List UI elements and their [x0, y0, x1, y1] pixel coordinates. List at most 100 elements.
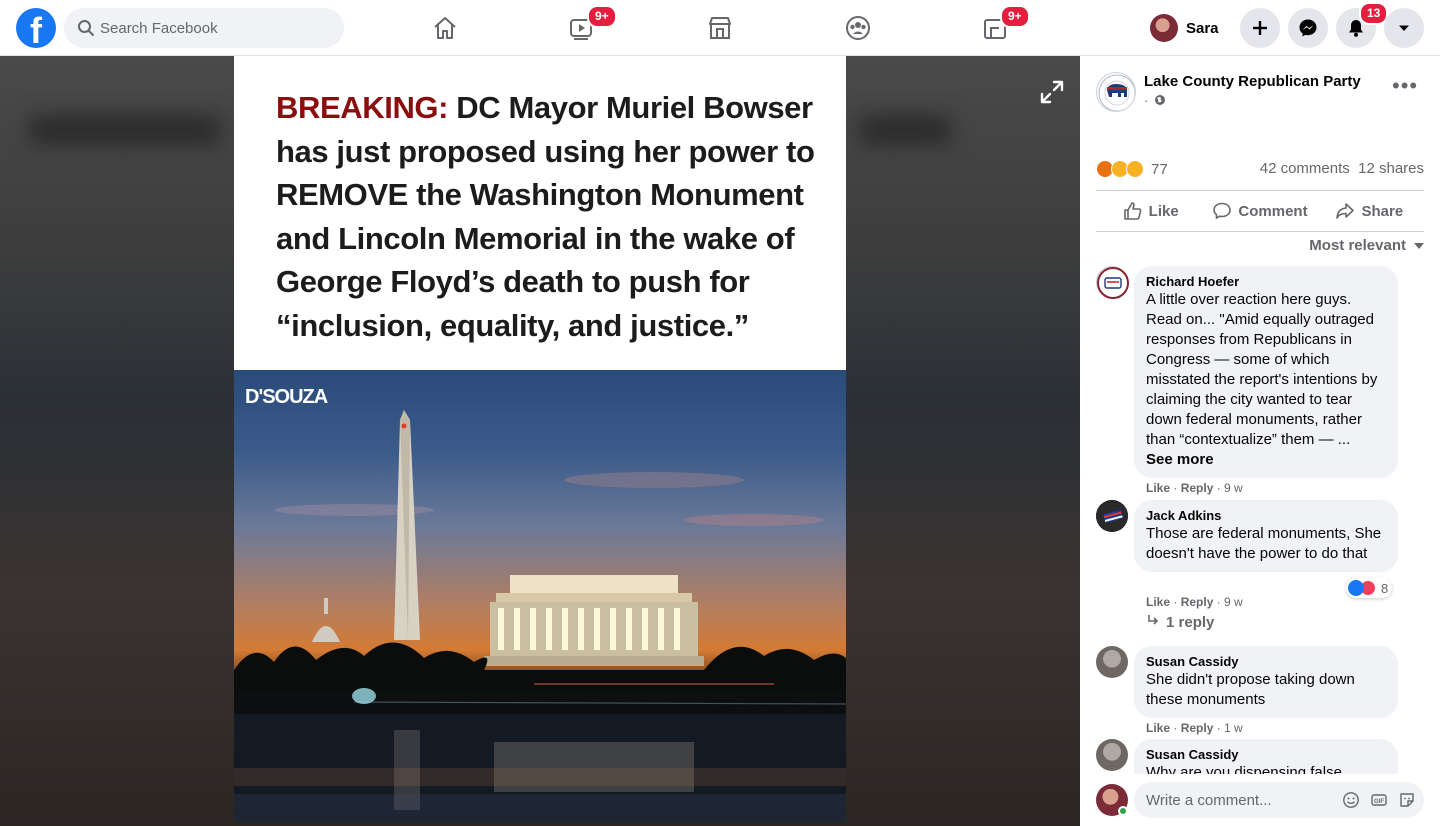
comment-sort-dropdown[interactable]: Most relevant — [1309, 237, 1424, 254]
composer-icons: GIF — [1342, 791, 1416, 809]
thumbs-up-icon — [1123, 202, 1142, 220]
watch-badge: 9+ — [587, 5, 617, 28]
page-name[interactable]: Lake County Republican Party — [1144, 73, 1361, 90]
meta-separator: · — [1144, 93, 1149, 108]
comments-shares-summary: 42 comments 12 shares — [1260, 160, 1424, 177]
fullscreen-icon[interactable] — [1038, 78, 1066, 106]
commenter-name[interactable]: Richard Hoefer — [1146, 274, 1386, 290]
comment-time[interactable]: 9 w — [1224, 595, 1243, 609]
messenger-button[interactable] — [1288, 8, 1328, 48]
nav-groups-tab[interactable] — [802, 0, 914, 56]
comment-reactions[interactable]: 8 — [1346, 578, 1393, 598]
home-icon — [434, 17, 456, 39]
commenter-name[interactable]: Susan Cassidy — [1146, 747, 1386, 763]
photo-headline-area: BREAKING: DC Mayor Muriel Bowser has jus… — [234, 56, 846, 370]
monuments-photo: D'SOUZA — [234, 370, 846, 822]
post-details-panel: Lake County Republican Party · ••• 77 42… — [1080, 56, 1440, 826]
comment-bubble: Susan Cassidy She didn't propose taking … — [1134, 646, 1398, 718]
svg-text:GIF: GIF — [1374, 799, 1384, 805]
commenter-avatar[interactable] — [1096, 646, 1128, 678]
top-navigation-bar: f 9+ 9+ Sara 13 — [0, 0, 1440, 56]
post-meta: · — [1144, 93, 1166, 108]
like-label: Like — [1148, 202, 1179, 220]
headline-breaking: BREAKING: — [276, 90, 449, 125]
headline-text: DC Mayor Muriel Bowser has just proposed… — [276, 90, 815, 343]
see-more-link[interactable]: See more — [1146, 450, 1386, 470]
comments-list: Richard Hoefer A little over reaction he… — [1080, 262, 1440, 774]
blurred-background — [860, 116, 950, 144]
ohio-voted-sticker-icon — [1097, 267, 1129, 299]
online-status-dot — [1118, 806, 1128, 816]
comment-label: Comment — [1238, 202, 1308, 220]
like-button[interactable]: Like — [1096, 191, 1205, 231]
reaction-count: 77 — [1151, 160, 1168, 178]
comment-like-link[interactable]: Like — [1146, 721, 1170, 735]
commenter-avatar[interactable] — [1096, 500, 1128, 532]
profile-shortcut[interactable]: Sara — [1150, 12, 1219, 44]
caret-down-icon — [1399, 25, 1409, 31]
photo-headline: BREAKING: DC Mayor Muriel Bowser has jus… — [276, 86, 836, 347]
comment-text: Why are you dispensing false — [1146, 764, 1342, 774]
nav-watch-tab[interactable] — [526, 0, 638, 56]
comment-input-box[interactable]: GIF — [1134, 782, 1424, 818]
groups-icon — [846, 16, 870, 40]
comment-reply-link[interactable]: Reply — [1181, 595, 1214, 609]
comment-text: A little over reaction here guys. Read o… — [1146, 291, 1378, 448]
user-avatar — [1150, 14, 1178, 42]
search-input[interactable] — [100, 8, 330, 48]
comment-like-link[interactable]: Like — [1146, 481, 1170, 495]
create-button[interactable] — [1240, 8, 1280, 48]
comment-button[interactable]: Comment — [1205, 191, 1314, 231]
share-icon — [1336, 203, 1355, 219]
shares-count[interactable]: 12 shares — [1358, 160, 1424, 177]
facebook-logo[interactable]: f — [16, 8, 56, 51]
republican-elephant-logo — [1098, 74, 1135, 111]
comment-bubble: Richard Hoefer A little over reaction he… — [1134, 266, 1398, 478]
comment-text: She didn't propose taking down these mon… — [1146, 671, 1355, 708]
messenger-icon — [1299, 19, 1317, 37]
view-replies-link[interactable]: 1 reply — [1146, 614, 1214, 631]
account-menu-button[interactable] — [1384, 8, 1424, 48]
post-actions-bar: Like Comment Share — [1096, 190, 1424, 232]
comment-meta: Like · Reply · 9 w — [1146, 481, 1243, 495]
gif-icon[interactable]: GIF — [1370, 791, 1388, 809]
comment-reply-link[interactable]: Reply — [1181, 481, 1214, 495]
search-box[interactable] — [64, 8, 344, 48]
comments-count[interactable]: 42 comments — [1260, 160, 1350, 177]
search-icon — [78, 20, 94, 36]
comment-composer: GIF — [1080, 774, 1440, 826]
comment-reaction-count: 8 — [1381, 580, 1389, 596]
share-button[interactable]: Share — [1315, 191, 1424, 231]
commenter-name[interactable]: Jack Adkins — [1146, 508, 1386, 524]
nav-home-tab[interactable] — [389, 0, 501, 56]
comment-icon — [1213, 202, 1232, 220]
comment-meta: Like · Reply · 1 w — [1146, 721, 1243, 735]
monuments-illustration — [234, 410, 846, 822]
gaming-badge: 9+ — [1000, 5, 1030, 28]
photo-theater: BREAKING: DC Mayor Muriel Bowser has jus… — [0, 56, 1080, 826]
comment-text: Those are federal monuments, She doesn't… — [1146, 525, 1382, 562]
comment-input[interactable] — [1146, 782, 1326, 818]
sticker-icon[interactable] — [1398, 791, 1416, 809]
post-options-button[interactable]: ••• — [1392, 75, 1420, 100]
reaction-summary[interactable]: 77 — [1096, 160, 1168, 178]
nav-gaming-tab[interactable] — [939, 0, 1051, 56]
caret-down-icon — [1414, 243, 1424, 250]
post-photo[interactable]: BREAKING: DC Mayor Muriel Bowser has jus… — [234, 56, 846, 822]
replies-count: 1 reply — [1166, 614, 1215, 631]
page-avatar[interactable] — [1096, 72, 1136, 112]
comment-reply-link[interactable]: Reply — [1181, 721, 1214, 735]
commenter-avatar[interactable] — [1096, 266, 1129, 299]
marketplace-icon — [709, 17, 731, 39]
comment-time[interactable]: 9 w — [1224, 481, 1243, 495]
comment-like-link[interactable]: Like — [1146, 595, 1170, 609]
commenter-avatar[interactable] — [1096, 739, 1128, 771]
comment-time[interactable]: 1 w — [1224, 721, 1243, 735]
comment-bubble: Jack Adkins Those are federal monuments,… — [1134, 500, 1398, 572]
nav-marketplace-tab[interactable] — [664, 0, 776, 56]
emoji-icon[interactable] — [1342, 791, 1360, 809]
share-label: Share — [1361, 202, 1404, 220]
commenter-name[interactable]: Susan Cassidy — [1146, 654, 1386, 670]
plus-icon — [1253, 21, 1267, 35]
user-name: Sara — [1186, 19, 1219, 37]
